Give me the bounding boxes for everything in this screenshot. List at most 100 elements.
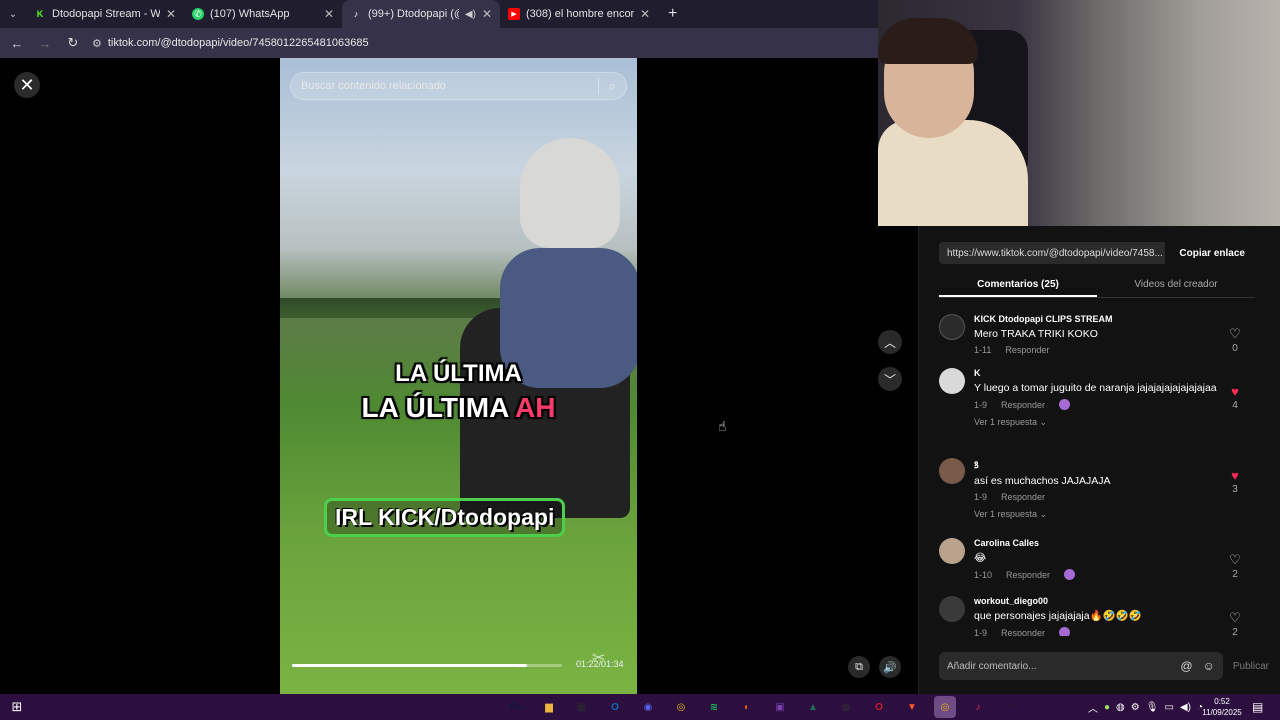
publish-button[interactable]: Publicar bbox=[1233, 661, 1269, 672]
reply-button[interactable]: Responder bbox=[1001, 628, 1045, 637]
chrome-icon[interactable]: ◎ bbox=[670, 696, 692, 718]
share-url-field[interactable]: https://www.tiktok.com/@dtodopapi/video/… bbox=[939, 242, 1166, 264]
video-progress-bar[interactable] bbox=[292, 664, 562, 667]
tray-app-icon[interactable]: ● bbox=[1104, 702, 1110, 713]
close-tab-icon[interactable]: ✕ bbox=[166, 7, 176, 21]
speaker-icon[interactable]: ◀) bbox=[1180, 702, 1191, 713]
speaker-icon[interactable]: ◀) bbox=[465, 9, 476, 20]
avatar[interactable] bbox=[939, 458, 965, 484]
url-field[interactable]: ⚙ tiktok.com/@dtodopapi/video/7458012265… bbox=[92, 37, 369, 50]
windows-start-icon[interactable]: ⊞ bbox=[0, 694, 34, 720]
creator-avatar-icon bbox=[1059, 399, 1071, 410]
copy-link-button[interactable]: Copiar enlace bbox=[1165, 242, 1245, 264]
tab-creator-videos[interactable]: Videos del creador bbox=[1097, 274, 1255, 297]
comment-username[interactable]: KICK Dtodopapi CLIPS STREAM bbox=[974, 314, 1224, 324]
obs-icon[interactable]: ◍ bbox=[835, 696, 857, 718]
tab-search-chevron-icon[interactable]: ⌄ bbox=[0, 0, 26, 28]
previous-video-button[interactable]: ︿ bbox=[878, 330, 902, 354]
creator-avatar-icon bbox=[1059, 627, 1071, 636]
site-settings-icon[interactable]: ⚙ bbox=[92, 37, 102, 50]
view-replies-button[interactable]: Ver 1 respuesta ⌄ bbox=[974, 417, 1224, 428]
brave-icon[interactable]: ▼ bbox=[901, 696, 923, 718]
back-arrow-icon[interactable]: ← bbox=[8, 36, 26, 51]
comment-date: 1-9 bbox=[974, 627, 988, 637]
next-video-button[interactable]: ﹀ bbox=[878, 367, 902, 391]
file-explorer-icon[interactable]: ▆ bbox=[538, 696, 560, 718]
comment-username[interactable]: Carolina Calles bbox=[974, 538, 1224, 548]
reload-icon[interactable]: ↻ bbox=[64, 35, 82, 51]
heart-icon: ♡ bbox=[1229, 552, 1241, 567]
avatar[interactable] bbox=[939, 538, 965, 564]
comment-input[interactable]: Añadir comentario... @ ☺ bbox=[939, 652, 1223, 680]
media-app-icon[interactable]: ▣ bbox=[769, 696, 791, 718]
firefox-icon[interactable]: ◐ bbox=[736, 696, 758, 718]
comment-text: así es muchachos JAJAJAJA bbox=[974, 475, 1111, 487]
tiktok-icon[interactable]: ♪ bbox=[967, 696, 989, 718]
notifications-icon[interactable]: ▤ bbox=[1252, 700, 1263, 714]
forward-arrow-icon[interactable]: → bbox=[36, 36, 54, 51]
avatar[interactable] bbox=[939, 314, 965, 340]
related-search-input[interactable]: Buscar contenido relacionado ⌕ bbox=[290, 72, 627, 100]
tray-chevron-up-icon[interactable]: ︿ bbox=[1088, 700, 1098, 715]
reply-button[interactable]: Responder bbox=[1001, 492, 1045, 502]
close-video-button[interactable]: ✕ bbox=[14, 72, 40, 98]
caption-line-2: LA ÚLTIMA AH bbox=[280, 392, 637, 424]
app-grid-icon[interactable]: ▦ bbox=[571, 696, 593, 718]
picture-in-picture-button[interactable]: ⧉ bbox=[848, 656, 870, 678]
heart-filled-icon: ♥ bbox=[1231, 468, 1239, 483]
tab-whatsapp[interactable]: ✆ (107) WhatsApp ✕ bbox=[184, 0, 342, 28]
pip-icon: ⧉ bbox=[855, 660, 863, 673]
video-subject bbox=[450, 138, 637, 518]
video-player[interactable]: Buscar contenido relacionado ⌕ LA ÚLTIMA… bbox=[280, 58, 637, 694]
like-count: 3 bbox=[1232, 484, 1238, 495]
obs-tool-icon[interactable]: ▲ bbox=[802, 696, 824, 718]
comment-text: que personajes jajajajaja🔥🤣🤣🤣 bbox=[974, 610, 1142, 622]
microphone-icon[interactable]: 🎙 bbox=[1146, 702, 1159, 713]
tray-settings-icon[interactable]: ⚙ bbox=[1131, 702, 1140, 713]
windows-taskbar: ⊞ Ps ▆ ▦ O ◉ ◎ ≋ ◐ ▣ ▲ ◍ O ▼ ◎ ♪ ◔ ︿ ● ◍ ⚙ 🎙 ▭ ◀) ◔ 0:5… bbox=[0, 694, 1280, 720]
reply-button[interactable]: Responder bbox=[1006, 570, 1050, 580]
close-tab-icon[interactable]: ✕ bbox=[640, 7, 650, 21]
close-tab-icon[interactable]: ✕ bbox=[482, 7, 492, 21]
photoshop-icon[interactable]: Ps bbox=[505, 696, 527, 718]
tray-app-icon[interactable]: ◍ bbox=[1116, 702, 1125, 713]
clock-time: 0:52 bbox=[1214, 697, 1230, 706]
close-tab-icon[interactable]: ✕ bbox=[324, 7, 334, 21]
avatar[interactable] bbox=[939, 368, 965, 394]
chrome-active-icon[interactable]: ◎ bbox=[934, 696, 956, 718]
like-button[interactable]: ♥ 4 bbox=[1225, 384, 1245, 411]
new-tab-button[interactable]: + bbox=[658, 5, 687, 23]
outlook-icon[interactable]: O bbox=[604, 696, 626, 718]
comment-date: 1-9 bbox=[974, 399, 988, 410]
comment-username[interactable]: K bbox=[974, 368, 1224, 378]
tab-tiktok[interactable]: ♪ (99+) Dtodopapi (@dtodop ◀) ✕ bbox=[342, 0, 500, 28]
comment-username[interactable]: workout_diego00 bbox=[974, 596, 1224, 606]
reply-button[interactable]: Responder bbox=[1005, 345, 1049, 355]
like-button[interactable]: ♡ 2 bbox=[1225, 610, 1245, 636]
comment-text: Mero TRAKA TRIKI KOKO bbox=[974, 328, 1098, 340]
volume-button[interactable]: 🔊 bbox=[879, 656, 901, 678]
mention-icon[interactable]: @ bbox=[1180, 659, 1192, 673]
like-button[interactable]: ♡ 0 bbox=[1225, 326, 1245, 354]
tab-youtube[interactable]: ▶ (308) el hombre encorvado can ✕ bbox=[500, 0, 658, 28]
like-count: 2 bbox=[1232, 569, 1238, 580]
like-button[interactable]: ♡ 2 bbox=[1225, 552, 1245, 580]
opera-icon[interactable]: O bbox=[868, 696, 890, 718]
network-icon[interactable]: ▭ bbox=[1164, 702, 1173, 713]
search-icon[interactable]: ⌕ bbox=[609, 78, 616, 94]
view-replies-button[interactable]: Ver 1 respuesta ⌄ bbox=[974, 509, 1224, 520]
avatar[interactable] bbox=[939, 596, 965, 622]
tab-kick[interactable]: K Dtodopapi Stream - Watch Live ✕ bbox=[26, 0, 184, 28]
spotify-icon[interactable]: ≋ bbox=[703, 696, 725, 718]
discord-icon[interactable]: ◉ bbox=[637, 696, 659, 718]
tab-comments[interactable]: Comentarios (25) bbox=[939, 274, 1097, 297]
video-timecode: 01:22/01:34 bbox=[576, 659, 624, 669]
comment-username[interactable]: ꝸ bbox=[974, 458, 1224, 471]
heart-icon: ♡ bbox=[1229, 610, 1241, 625]
like-count: 4 bbox=[1232, 400, 1238, 411]
taskbar-clock[interactable]: 0:52 11/09/2025 bbox=[1202, 696, 1242, 718]
obs-studio-icon[interactable]: ◔ bbox=[1000, 696, 1022, 718]
like-button[interactable]: ♥ 3 bbox=[1225, 468, 1245, 495]
reply-button[interactable]: Responder bbox=[1001, 400, 1045, 410]
emoji-icon[interactable]: ☺ bbox=[1203, 659, 1215, 673]
